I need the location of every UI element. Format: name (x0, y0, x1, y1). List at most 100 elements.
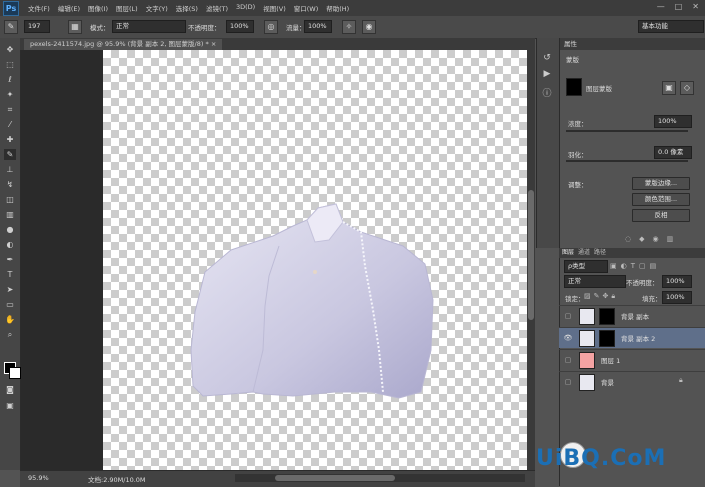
layer-row-bg-copy-2[interactable]: 👁︎ 背景 副本 2 (559, 327, 705, 348)
close-tab-icon[interactable]: × (211, 40, 216, 48)
vector-mask-icon[interactable]: ◇ (680, 81, 694, 95)
invert-button[interactable]: 反相 (632, 209, 690, 222)
pressure-size-icon[interactable]: ◉ (362, 20, 376, 34)
hand-tool-icon[interactable]: ✋ (4, 314, 16, 325)
tab-channels[interactable]: 通道 (578, 248, 590, 258)
feather-slider[interactable] (566, 160, 688, 162)
visibility-eye-icon[interactable]: 👁︎ (563, 333, 573, 343)
path-select-tool-icon[interactable]: ➤ (4, 284, 16, 295)
layer-filter-select[interactable]: ρ类型 (564, 260, 608, 273)
workspace-select[interactable]: 基本功能 (638, 20, 704, 33)
actions-play-icon[interactable]: ▶ (540, 68, 554, 81)
brush-size-field[interactable]: 197 (24, 20, 50, 33)
layer-mask-label: 图层蒙版 (586, 85, 612, 93)
pixel-mask-icon[interactable]: ▣ (662, 81, 676, 95)
close-button[interactable]: ✕ (692, 2, 699, 11)
menu-item[interactable]: 图像(I) (88, 3, 108, 13)
tab-layers[interactable]: 图层 (562, 248, 574, 258)
layer-name: 图层 1 (601, 357, 621, 365)
brush-tool-icon[interactable]: ✎ (4, 149, 16, 160)
toggle-mask-icon[interactable]: ◉ (653, 235, 667, 243)
dodge-tool-icon[interactable]: ◐ (4, 239, 16, 250)
layer-mask-thumbnail[interactable] (599, 330, 615, 347)
filter-adjust-icon[interactable]: ◐ (621, 262, 631, 270)
document-tab[interactable]: pexels-2411574.jpg @ 95.9% (背景 副本 2, 图层蒙… (24, 39, 223, 50)
pressure-opacity-icon[interactable]: ◎ (264, 20, 278, 34)
layer-opacity-field[interactable]: 100% (662, 275, 692, 288)
lock-transparent-icon[interactable]: ▨ (584, 292, 594, 300)
layer-row-background[interactable]: ▢ 背景 🔒︎ (559, 371, 705, 392)
vertical-scroll-thumb[interactable] (528, 190, 534, 320)
quick-mask-icon[interactable]: ◙ (4, 384, 16, 395)
pen-tool-icon[interactable]: ✒ (4, 254, 16, 265)
menu-item[interactable]: 帮助(H) (326, 3, 349, 13)
visibility-toggle[interactable]: ▢ (563, 311, 573, 321)
lasso-tool-icon[interactable]: ℓ (4, 74, 16, 85)
menu-item[interactable]: 选择(S) (176, 3, 198, 13)
apply-mask-icon[interactable]: ◆ (639, 235, 652, 243)
layer-row-bg-copy[interactable]: ▢ 背景 副本 (559, 305, 705, 326)
document-size: 文档:2.90M/10.0M (88, 476, 146, 484)
background-color-swatch[interactable] (9, 367, 21, 379)
type-tool-icon[interactable]: T (4, 269, 16, 280)
crop-tool-icon[interactable]: ⌗ (4, 104, 16, 115)
blend-mode-select[interactable]: 正常 (564, 275, 626, 288)
layer-mask-thumbnail[interactable] (599, 308, 615, 325)
visibility-toggle[interactable]: ▢ (563, 377, 573, 387)
healing-tool-icon[interactable]: ✚ (4, 134, 16, 145)
brush-tool-icon[interactable]: ✎ (4, 20, 18, 34)
layer-row-layer-1[interactable]: ▢ 图层 1 (559, 349, 705, 370)
filter-pixel-icon[interactable]: ▣ (610, 262, 621, 270)
filter-type-icon[interactable]: T (631, 262, 639, 270)
lock-image-icon[interactable]: ✎ (594, 292, 603, 300)
mask-thumbnail (566, 78, 582, 96)
shape-tool-icon[interactable]: ▭ (4, 299, 16, 310)
fill-field[interactable]: 100% (662, 291, 692, 304)
color-range-button[interactable]: 颜色范围... (632, 193, 690, 206)
layer-thumbnail (579, 374, 595, 391)
mask-edge-button[interactable]: 蒙版边缘... (632, 177, 690, 190)
zoom-tool-icon[interactable]: ⌕ (4, 329, 16, 340)
menu-item[interactable]: 编辑(E) (58, 3, 80, 13)
delete-mask-icon[interactable]: ▥ (667, 235, 682, 243)
brush-panel-icon[interactable]: ▦ (68, 20, 82, 34)
filter-shape-icon[interactable]: ▢ (639, 262, 650, 270)
mode-select[interactable]: 正常 (112, 20, 186, 33)
menu-item[interactable]: 图层(L) (116, 3, 138, 13)
load-selection-icon[interactable]: ◌ (625, 235, 639, 243)
gradient-tool-icon[interactable]: ▥ (4, 209, 16, 220)
menu-item[interactable]: 视图(V) (263, 3, 286, 13)
minimize-button[interactable]: — (657, 2, 665, 11)
move-tool-icon[interactable]: ✥ (4, 44, 16, 55)
maximize-button[interactable]: □ (675, 2, 683, 11)
clone-stamp-tool-icon[interactable]: ⊥ (4, 164, 16, 175)
menu-item[interactable]: 文件(F) (28, 3, 50, 13)
mode-label: 模式： (90, 24, 110, 32)
history-brush-tool-icon[interactable]: ↯ (4, 179, 16, 190)
marquee-tool-icon[interactable]: ⬚ (4, 59, 16, 70)
filter-smart-icon[interactable]: ▤ (650, 262, 661, 270)
menu-item[interactable]: 文字(Y) (146, 3, 168, 13)
tab-paths[interactable]: 路径 (594, 248, 606, 258)
airbrush-icon[interactable]: ✧ (342, 20, 356, 34)
density-field[interactable]: 100% (654, 115, 692, 128)
lock-all-icon[interactable]: 🔒︎ (611, 292, 618, 300)
feather-field[interactable]: 0.0 像素 (654, 146, 692, 159)
eyedropper-tool-icon[interactable]: ⁄ (4, 119, 16, 130)
visibility-toggle[interactable]: ▢ (563, 355, 573, 365)
zoom-readout[interactable]: 95.9% (28, 474, 49, 482)
quick-select-tool-icon[interactable]: ✦ (4, 89, 16, 100)
screen-mode-icon[interactable]: ▣ (4, 400, 16, 411)
eraser-tool-icon[interactable]: ◫ (4, 194, 16, 205)
horizontal-scroll-thumb[interactable] (275, 475, 395, 481)
info-icon[interactable]: ⓘ (540, 88, 554, 101)
density-slider[interactable] (566, 130, 688, 132)
menu-item[interactable]: 3D(D) (236, 3, 255, 13)
flow-field[interactable]: 100% (304, 20, 332, 33)
properties-tab[interactable]: 属性 (560, 38, 705, 50)
menu-item[interactable]: 滤镜(T) (206, 3, 228, 13)
menu-item[interactable]: 窗口(W) (294, 3, 319, 13)
history-icon[interactable]: ↺ (540, 52, 554, 65)
opacity-field[interactable]: 100% (226, 20, 254, 33)
blur-tool-icon[interactable]: ● (4, 224, 16, 235)
